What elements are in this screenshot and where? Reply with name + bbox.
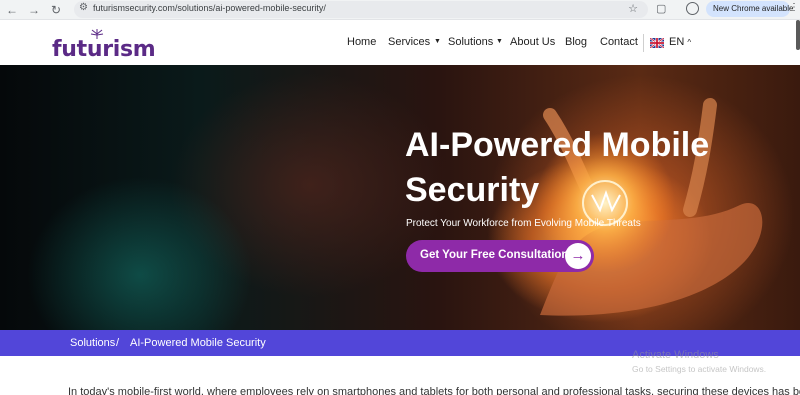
forward-icon[interactable]: → bbox=[26, 2, 42, 18]
site-logo[interactable]: futurism bbox=[52, 28, 156, 62]
activate-windows-subtitle: Go to Settings to activate Windows. bbox=[632, 364, 767, 374]
url-text[interactable]: futurismsecurity.com/solutions/ai-powere… bbox=[93, 3, 326, 13]
kebab-menu-icon[interactable]: ⋮ bbox=[789, 2, 799, 13]
nav-services[interactable]: Services bbox=[388, 36, 430, 48]
breadcrumb-solutions-link[interactable]: Solutions bbox=[70, 337, 115, 349]
language-selector[interactable]: EN ^ bbox=[669, 36, 691, 48]
uk-flag-icon[interactable] bbox=[650, 38, 664, 48]
profile-icon[interactable] bbox=[686, 2, 699, 15]
nav-contact[interactable]: Contact bbox=[600, 36, 638, 48]
chevron-up-icon: ^ bbox=[687, 38, 692, 47]
services-caret-icon[interactable]: ▼ bbox=[434, 38, 441, 45]
nav-divider bbox=[643, 34, 644, 52]
solutions-caret-icon[interactable]: ▼ bbox=[496, 38, 503, 45]
breadcrumb-separator: / bbox=[116, 337, 120, 349]
intro-paragraph: In today's mobile-first world, where emp… bbox=[68, 386, 800, 395]
hero-subtitle: Protect Your Workforce from Evolving Mob… bbox=[406, 218, 641, 229]
arrow-right-icon: → bbox=[565, 243, 591, 269]
language-code: EN bbox=[669, 36, 685, 48]
hero-banner: AI-Powered Mobile Security Protect Your … bbox=[0, 65, 800, 330]
logo-wordmark: futurism bbox=[52, 37, 156, 62]
nav-solutions[interactable]: Solutions bbox=[448, 36, 493, 48]
browser-toolbar: ← → ↻ ⚙ futurismsecurity.com/solutions/a… bbox=[0, 0, 800, 20]
site-info-icon[interactable]: ⚙ bbox=[79, 2, 88, 13]
hero-title: AI-Powered Mobile Security bbox=[405, 126, 710, 209]
nav-about[interactable]: About Us bbox=[510, 36, 555, 48]
activate-windows-title: Activate Windows bbox=[632, 349, 719, 361]
free-consultation-button[interactable]: Get Your Free Consultation → bbox=[406, 240, 594, 272]
reload-icon[interactable]: ↻ bbox=[48, 2, 64, 18]
nav-blog[interactable]: Blog bbox=[565, 36, 587, 48]
chrome-update-button[interactable]: New Chrome available bbox=[706, 1, 793, 17]
nav-home[interactable]: Home bbox=[347, 36, 376, 48]
breadcrumb-current: AI-Powered Mobile Security bbox=[130, 337, 266, 349]
site-header: futurism Home Services ▼ Solutions ▼ Abo… bbox=[0, 20, 800, 65]
cta-label: Get Your Free Consultation bbox=[420, 249, 569, 261]
back-icon[interactable]: ← bbox=[4, 2, 20, 18]
bookmark-star-icon[interactable]: ☆ bbox=[628, 2, 638, 15]
extensions-icon[interactable]: ▢ bbox=[656, 2, 666, 15]
address-bar[interactable]: ⚙ futurismsecurity.com/solutions/ai-powe… bbox=[74, 1, 648, 18]
page-scrollbar[interactable] bbox=[796, 20, 800, 50]
